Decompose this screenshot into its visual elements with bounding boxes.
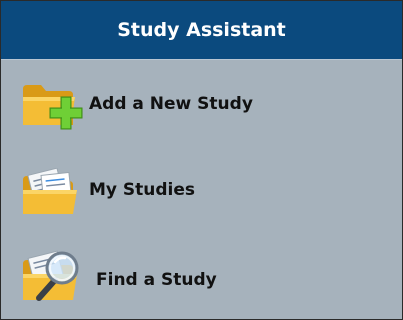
- panel-title: Study Assistant: [117, 19, 286, 41]
- find-study-link[interactable]: Find a Study: [1, 232, 402, 318]
- study-assistant-panel: Study Assistant Add a New Study My Studi…: [0, 0, 403, 320]
- panel-header: Study Assistant: [1, 1, 402, 60]
- add-new-study-label: Add a New Study: [89, 94, 253, 114]
- my-studies-label: My Studies: [89, 180, 196, 200]
- folder-add-icon: [23, 85, 83, 130]
- find-study-label: Find a Study: [96, 270, 217, 290]
- folder-documents-icon: [23, 168, 77, 214]
- folder-search-icon: [23, 250, 79, 301]
- my-studies-link[interactable]: My Studies: [1, 146, 402, 232]
- add-new-study-link[interactable]: Add a New Study: [1, 60, 402, 146]
